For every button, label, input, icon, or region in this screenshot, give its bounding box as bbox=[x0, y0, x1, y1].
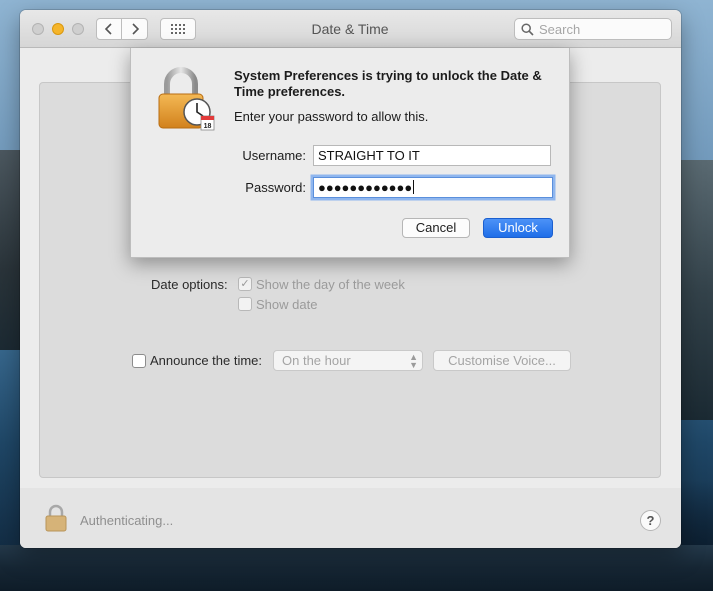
search-icon bbox=[521, 22, 534, 36]
password-value: ●●●●●●●●●●●● bbox=[318, 180, 413, 195]
password-field[interactable]: ●●●●●●●●●●●● bbox=[313, 177, 553, 198]
chevron-left-icon bbox=[104, 23, 112, 35]
select-arrows-icon: ▲ ▼ bbox=[409, 352, 418, 370]
zoom-window-button[interactable] bbox=[72, 23, 84, 35]
wallpaper-rock-right bbox=[679, 160, 713, 420]
locked-clock-icon: 18 bbox=[157, 66, 215, 135]
show-date-label: Show date bbox=[256, 297, 318, 312]
username-label: Username: bbox=[242, 148, 306, 163]
show-date-checkbox[interactable] bbox=[238, 297, 252, 311]
grid-icon bbox=[171, 24, 185, 34]
dialog-subtitle: Enter your password to allow this. bbox=[234, 109, 429, 124]
search-input[interactable]: Search bbox=[514, 18, 672, 40]
show-all-button[interactable] bbox=[160, 18, 196, 40]
forward-button[interactable] bbox=[122, 18, 148, 40]
close-window-button[interactable] bbox=[32, 23, 44, 35]
chevron-right-icon bbox=[131, 23, 139, 35]
wallpaper-rock-left bbox=[0, 150, 22, 350]
show-day-of-week-checkbox[interactable]: ✓ bbox=[238, 277, 252, 291]
customise-voice-button[interactable]: Customise Voice... bbox=[433, 350, 571, 371]
unlock-button[interactable]: Unlock bbox=[483, 218, 553, 238]
minimize-window-button[interactable] bbox=[52, 23, 64, 35]
announce-time-checkbox[interactable] bbox=[132, 354, 146, 368]
lock-icon[interactable] bbox=[44, 504, 68, 535]
text-caret bbox=[413, 180, 415, 194]
back-button[interactable] bbox=[96, 18, 122, 40]
dialog-title: System Preferences is trying to unlock t… bbox=[234, 68, 542, 99]
checkmark-icon: ✓ bbox=[240, 277, 250, 290]
announce-interval-value: On the hour bbox=[282, 353, 351, 368]
window-title: Date & Time bbox=[311, 21, 389, 37]
title-bar: Date & Time Search bbox=[20, 10, 681, 48]
password-label: Password: bbox=[245, 180, 306, 195]
calendar-date-text: 18 bbox=[204, 123, 212, 130]
announce-interval-select[interactable]: On the hour ▲ ▼ bbox=[273, 350, 423, 371]
show-day-of-week-label: Show the day of the week bbox=[256, 277, 405, 292]
authenticating-status: Authenticating... bbox=[80, 513, 174, 528]
search-placeholder: Search bbox=[539, 21, 581, 37]
date-options-label: Date options: bbox=[151, 277, 228, 292]
username-field[interactable]: STRAIGHT TO IT bbox=[313, 145, 551, 166]
username-value: STRAIGHT TO IT bbox=[318, 148, 420, 163]
wallpaper-bottom bbox=[0, 545, 713, 591]
cancel-button[interactable]: Cancel bbox=[402, 218, 470, 238]
announce-time-label: Announce the time: bbox=[150, 353, 263, 368]
unlock-dialog: 18 System Preferences is trying to unloc… bbox=[130, 48, 570, 258]
help-button[interactable]: ? bbox=[640, 510, 661, 531]
